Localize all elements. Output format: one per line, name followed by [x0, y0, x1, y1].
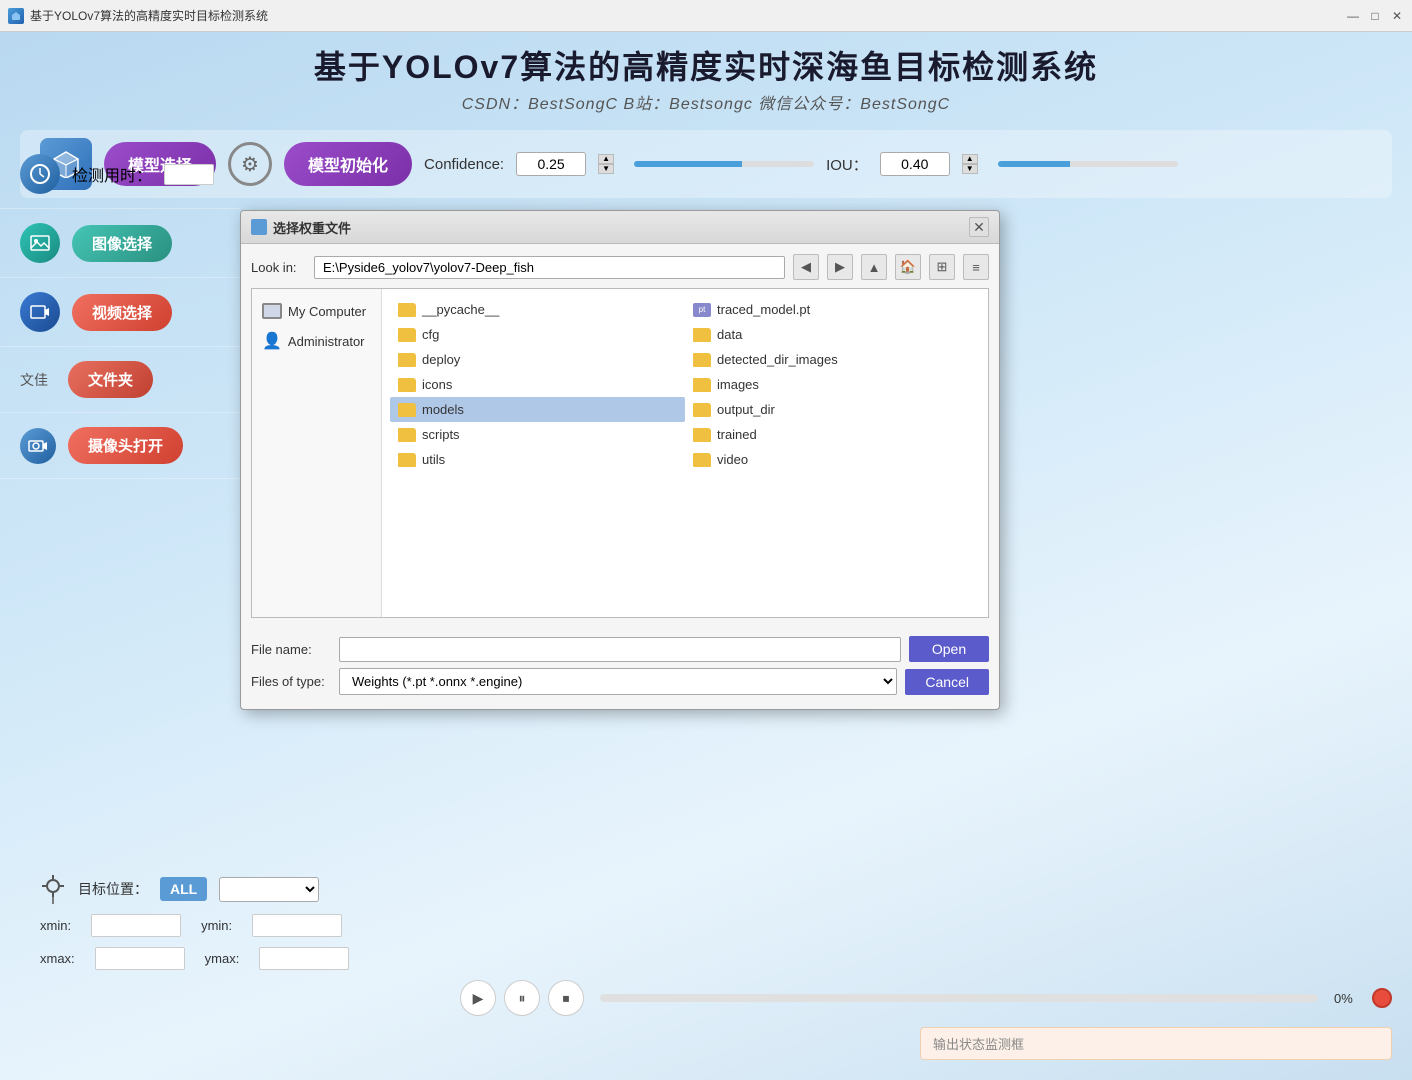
pc-icon [262, 303, 282, 319]
administrator-label: Administrator [288, 334, 365, 349]
file-name: trained [717, 427, 757, 442]
file-name: traced_model.pt [717, 302, 810, 317]
file-name: images [717, 377, 759, 392]
pt-icon: pt [693, 303, 711, 317]
file-item-scripts[interactable]: scripts [390, 422, 685, 447]
file-item-deploy[interactable]: deploy [390, 347, 685, 372]
nav-back-button[interactable]: ◀ [793, 254, 819, 280]
file-dialog: 选择权重文件 ✕ Look in: ◀ ▶ ▲ 🏠 ⊞ ≡ [240, 210, 1000, 710]
dialog-titlebar: 选择权重文件 ✕ [241, 211, 999, 244]
file-name: deploy [422, 352, 460, 367]
folder-icon [693, 403, 711, 417]
folder-icon [693, 453, 711, 467]
lookin-input[interactable] [314, 256, 785, 279]
file-item-trained[interactable]: trained [685, 422, 980, 447]
dialog-close-button[interactable]: ✕ [969, 217, 989, 237]
file-item-pycache[interactable]: __pycache__ [390, 297, 685, 322]
folder-icon [398, 453, 416, 467]
file-name: __pycache__ [422, 302, 499, 317]
file-item-traced-model[interactable]: pt traced_model.pt [685, 297, 980, 322]
file-name: models [422, 402, 464, 417]
file-item-utils[interactable]: utils [390, 447, 685, 472]
folder-icon [398, 378, 416, 392]
file-name: output_dir [717, 402, 775, 417]
filename-label: File name: [251, 642, 331, 657]
file-name: scripts [422, 427, 460, 442]
file-item-output[interactable]: output_dir [685, 397, 980, 422]
dialog-title-text: 选择权重文件 [273, 218, 351, 237]
filename-input[interactable] [339, 637, 901, 662]
mycomputer-label: My Computer [288, 304, 366, 319]
dialog-title-left: 选择权重文件 [251, 218, 351, 237]
dialog-main: My Computer 👤 Administrator __pycache__ [251, 288, 989, 618]
file-name: data [717, 327, 742, 342]
file-name: utils [422, 452, 445, 467]
open-button[interactable]: Open [909, 636, 989, 662]
file-item-detected[interactable]: detected_dir_images [685, 347, 980, 372]
filename-row: File name: Open [251, 636, 989, 662]
file-name: cfg [422, 327, 439, 342]
nav-up-button[interactable]: ▲ [861, 254, 887, 280]
dialog-body: Look in: ◀ ▶ ▲ 🏠 ⊞ ≡ My Computer [241, 244, 999, 628]
filetype-row: Files of type: Weights (*.pt *.onnx *.en… [251, 668, 989, 695]
folder-icon [398, 403, 416, 417]
sidebar-item-administrator[interactable]: 👤 Administrator [252, 325, 381, 357]
file-item-video[interactable]: video [685, 447, 980, 472]
folder-icon [693, 378, 711, 392]
folder-icon [693, 428, 711, 442]
file-name: icons [422, 377, 452, 392]
lookin-label: Look in: [251, 260, 306, 275]
folder-icon [398, 328, 416, 342]
view-grid-button[interactable]: ⊞ [929, 254, 955, 280]
view-list-button[interactable]: ≡ [963, 254, 989, 280]
lookin-row: Look in: ◀ ▶ ▲ 🏠 ⊞ ≡ [251, 254, 989, 280]
folder-icon [398, 428, 416, 442]
folder-icon [398, 303, 416, 317]
dialog-overlay: 选择权重文件 ✕ Look in: ◀ ▶ ▲ 🏠 ⊞ ≡ [0, 0, 1412, 1080]
folder-icon [398, 353, 416, 367]
dialog-sidebar-panel: My Computer 👤 Administrator [252, 289, 382, 617]
file-panel: __pycache__ pt traced_model.pt cfg data [382, 289, 988, 617]
nav-home-button[interactable]: 🏠 [895, 254, 921, 280]
cancel-button[interactable]: Cancel [905, 669, 989, 695]
user-icon: 👤 [262, 331, 282, 351]
nav-forward-button[interactable]: ▶ [827, 254, 853, 280]
folder-icon [693, 328, 711, 342]
file-item-cfg[interactable]: cfg [390, 322, 685, 347]
dialog-footer: File name: Open Files of type: Weights (… [241, 628, 999, 709]
filetype-label: Files of type: [251, 674, 331, 689]
dialog-title-icon [251, 219, 267, 235]
filetype-select[interactable]: Weights (*.pt *.onnx *.engine) [339, 668, 897, 695]
folder-icon [693, 353, 711, 367]
sidebar-item-mycomputer[interactable]: My Computer [252, 297, 381, 325]
file-item-images[interactable]: images [685, 372, 980, 397]
file-item-models[interactable]: models [390, 397, 685, 422]
file-item-icons[interactable]: icons [390, 372, 685, 397]
file-name: detected_dir_images [717, 352, 838, 367]
file-name: video [717, 452, 748, 467]
file-item-data[interactable]: data [685, 322, 980, 347]
